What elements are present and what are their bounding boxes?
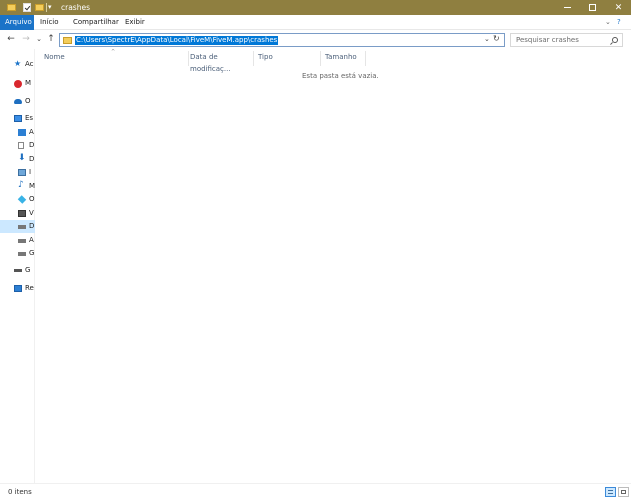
folder-icon <box>63 37 72 44</box>
tab-compartilhar[interactable]: Compartilhar <box>67 15 125 30</box>
column-header-data[interactable]: Data de modificaç... <box>186 51 254 73</box>
folder-icon <box>7 4 16 11</box>
new-folder-icon[interactable] <box>35 4 44 11</box>
drive-icon <box>18 225 26 229</box>
search-placeholder: Pesquisar crashes <box>516 36 579 44</box>
large-icons-view-icon <box>621 490 626 494</box>
nav-item-drive-g2[interactable]: G <box>0 264 35 277</box>
close-icon: ✕ <box>614 2 623 13</box>
tab-inicio[interactable]: Início <box>34 15 65 30</box>
status-bar: 0 itens <box>0 483 631 499</box>
toolbar-divider <box>46 3 47 12</box>
search-icon <box>612 37 618 43</box>
ribbon: Arquivo Início Compartilhar Exibir ⌄ ? <box>0 15 631 30</box>
minimize-button[interactable] <box>555 0 580 15</box>
close-button[interactable]: ✕ <box>606 0 631 15</box>
nav-item-downloads[interactable]: ⬇ D <box>0 153 35 166</box>
search-input[interactable]: Pesquisar crashes <box>510 33 623 47</box>
window-title: crashes <box>61 3 90 12</box>
nav-item-this-pc[interactable]: Es <box>0 112 35 125</box>
tab-exibir[interactable]: Exibir <box>119 15 151 30</box>
drive-icon <box>18 239 26 243</box>
nav-item-mega[interactable]: M <box>0 77 35 90</box>
tab-arquivo[interactable]: Arquivo <box>0 15 34 30</box>
nav-item-onedrive[interactable]: O <box>0 95 35 108</box>
forward-button[interactable]: → <box>20 33 32 45</box>
nav-item-desktop[interactable]: A <box>0 126 35 139</box>
navigation-pane: ★ Ac M O Es A D ⬇ D I ♪ M O V D A G G Re <box>0 49 35 483</box>
title-bar: ▾ crashes ✕ <box>0 0 631 15</box>
address-row: ← → ⌄ ↑ C:\Users\SpectrE\AppData\Local\F… <box>0 31 631 48</box>
up-button[interactable]: ↑ <box>45 33 57 45</box>
nav-item-quick-access[interactable]: ★ Ac <box>0 58 35 71</box>
drive-icon <box>14 269 22 272</box>
nav-item-pictures[interactable]: I <box>0 166 35 179</box>
expand-ribbon-icon[interactable]: ⌄ <box>605 18 611 26</box>
properties-icon[interactable] <box>23 3 31 12</box>
nav-item-drive-g[interactable]: G <box>0 247 35 260</box>
recent-locations-button[interactable]: ⌄ <box>33 33 45 45</box>
nav-item-3d-objects[interactable]: O <box>0 193 35 206</box>
details-view-button[interactable] <box>605 487 616 497</box>
music-icon: ♪ <box>18 180 24 190</box>
maximize-button[interactable] <box>580 0 605 15</box>
address-dropdown-icon[interactable]: ⌄ <box>484 35 492 43</box>
column-header-nome[interactable]: Nome <box>40 51 189 66</box>
address-bar[interactable]: C:\Users\SpectrE\AppData\Local\FiveM\Fiv… <box>59 33 505 47</box>
drive-icon <box>18 252 26 256</box>
large-icons-view-button[interactable] <box>618 487 629 497</box>
quick-access-dropdown-icon[interactable]: ▾ <box>48 3 52 11</box>
nav-item-drive-a[interactable]: A <box>0 234 35 247</box>
minimize-icon <box>564 7 571 8</box>
download-icon: ⬇ <box>18 153 26 163</box>
maximize-icon <box>589 4 596 11</box>
column-header-tamanho[interactable]: Tamanho <box>321 51 366 66</box>
desktop-icon <box>18 129 26 136</box>
nav-item-music[interactable]: ♪ M <box>0 180 35 193</box>
nav-item-network[interactable]: Re <box>0 282 35 295</box>
help-icon[interactable]: ? <box>617 18 621 26</box>
file-list[interactable]: ^ Nome Data de modificaç... Tipo Tamanho… <box>36 49 631 483</box>
empty-folder-message: Esta pasta está vazia. <box>302 72 379 80</box>
column-header-tipo[interactable]: Tipo <box>254 51 321 66</box>
address-path[interactable]: C:\Users\SpectrE\AppData\Local\FiveM\Fiv… <box>75 36 279 45</box>
star-icon: ★ <box>14 59 22 68</box>
nav-item-documents[interactable]: D <box>0 139 35 152</box>
cloud-icon <box>14 99 22 104</box>
mega-icon <box>14 80 22 88</box>
nav-item-local-disk[interactable]: D <box>0 220 35 233</box>
picture-icon <box>18 169 26 176</box>
nav-item-videos[interactable]: V <box>0 207 35 220</box>
back-button[interactable]: ← <box>5 33 17 45</box>
pc-icon <box>14 115 22 122</box>
video-icon <box>18 210 26 217</box>
network-icon <box>14 285 22 292</box>
objects-icon <box>17 195 27 204</box>
details-view-icon <box>608 490 613 494</box>
item-count: 0 itens <box>8 488 32 496</box>
refresh-icon[interactable]: ↻ <box>493 34 503 43</box>
document-icon <box>18 142 24 149</box>
